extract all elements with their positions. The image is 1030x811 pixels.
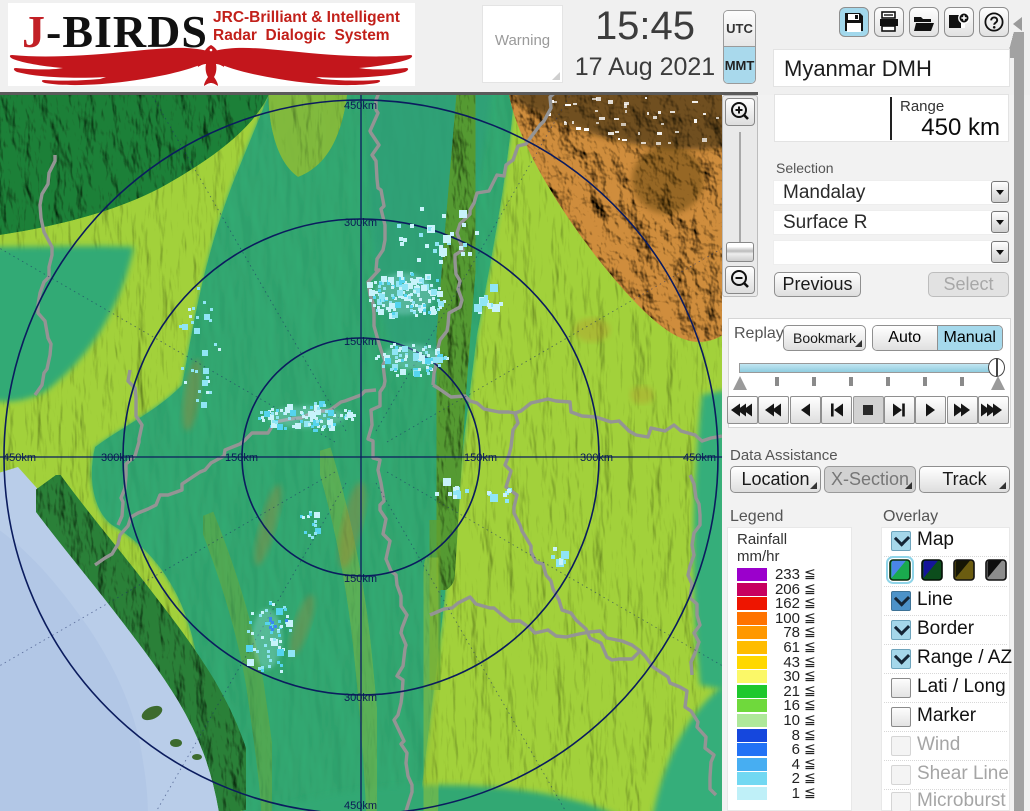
svg-text:450km: 450km [344, 100, 377, 112]
svg-text:300km: 300km [344, 217, 377, 229]
svg-text:450km: 450km [3, 452, 36, 464]
svg-text:150km: 150km [464, 452, 497, 464]
svg-text:300km: 300km [344, 692, 377, 704]
svg-text:150km: 150km [344, 573, 377, 585]
svg-text:450km: 450km [344, 800, 377, 811]
svg-text:150km: 150km [344, 336, 377, 348]
svg-text:150km: 150km [225, 452, 258, 464]
svg-text:450km: 450km [683, 452, 716, 464]
svg-text:300km: 300km [101, 452, 134, 464]
svg-text:300km: 300km [580, 452, 613, 464]
